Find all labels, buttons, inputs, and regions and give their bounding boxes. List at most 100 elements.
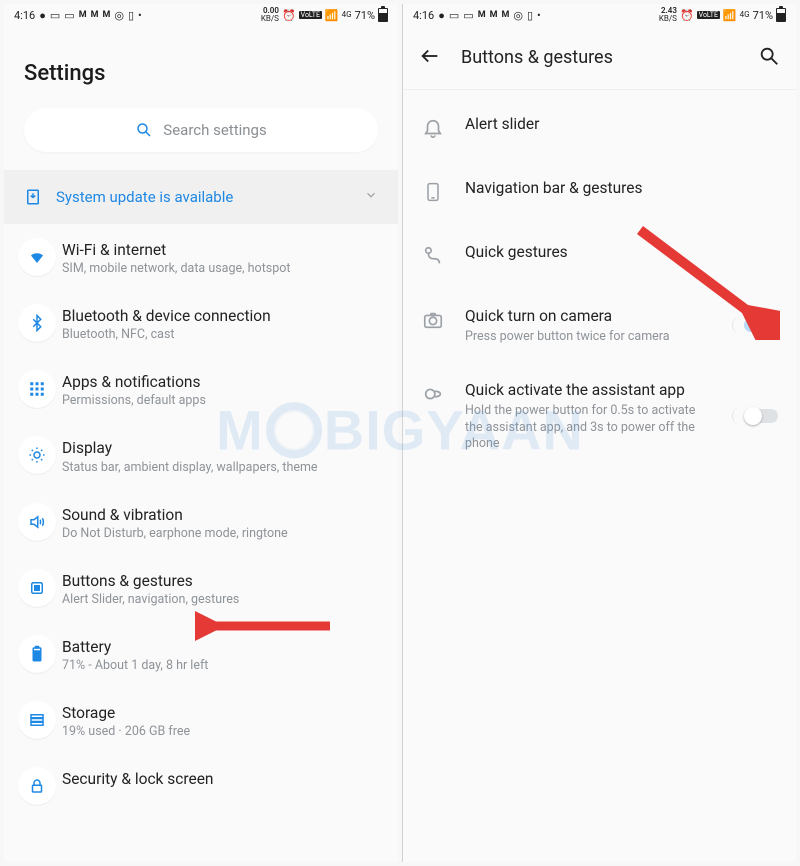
row-storage[interactable]: Storage19% used · 206 GB free: [4, 687, 398, 753]
list-title: Security & lock screen: [62, 769, 213, 789]
list-title: Bluetooth & device connection: [62, 306, 271, 326]
notif-icon: •: [138, 10, 142, 21]
list-sub: 19% used · 206 GB free: [62, 724, 190, 739]
data-rate: 2.43KB/S: [659, 7, 677, 23]
toggle-quick-assistant[interactable]: [732, 407, 778, 425]
list-sub: Hold the power button for 0.5s to activa…: [465, 403, 712, 454]
chevron-down-icon: [364, 188, 378, 206]
notif-icon: ▭: [64, 10, 74, 21]
row-bluetooth[interactable]: Bluetooth & device connectionBluetooth, …: [4, 290, 398, 356]
buttons-gestures-screen: 4:16 ● ▭ ▭ M M M ◎ ▯ • 2.43KB/S ⏰ VoLTE …: [402, 4, 796, 862]
page-title: Buttons & gestures: [461, 47, 738, 68]
notif-icon: ◎: [114, 10, 124, 21]
list-title: Storage: [62, 703, 190, 723]
battery-pct: 71%: [355, 9, 375, 22]
list-title: Quick turn on camera: [465, 306, 712, 327]
row-quick-assistant[interactable]: Quick activate the assistant app Hold th…: [403, 362, 796, 470]
battery-icon: [776, 8, 786, 22]
notif-icon: M: [478, 11, 486, 20]
list-sub: Status bar, ambient display, wallpapers,…: [62, 460, 318, 475]
banner-text: System update is available: [56, 188, 233, 206]
list-title: Wi-Fi & internet: [62, 240, 290, 260]
list-title: Sound & vibration: [62, 505, 288, 525]
status-bar: 4:16 ● ▭ ▭ M M M ◎ ▯ • 0.00KB/S ⏰ VoLTE …: [4, 4, 398, 26]
row-security[interactable]: Security & lock screen: [4, 753, 398, 805]
status-time: 4:16: [14, 10, 35, 21]
notif-icon: M: [91, 11, 99, 20]
brightness-icon: [28, 446, 46, 464]
row-wifi[interactable]: Wi-Fi & internetSIM, mobile network, dat…: [4, 224, 398, 290]
list-sub: Press power button twice for camera: [465, 329, 712, 346]
list-sub: Bluetooth, NFC, cast: [62, 327, 271, 342]
notif-icon: M: [501, 11, 509, 20]
battery-icon: [28, 645, 46, 663]
search-button[interactable]: [758, 45, 780, 71]
row-battery[interactable]: Battery71% - About 1 day, 8 hr left: [4, 621, 398, 687]
settings-list: Wi-Fi & internetSIM, mobile network, dat…: [4, 224, 398, 805]
lock-icon: [28, 777, 46, 795]
page-title: Settings: [4, 26, 398, 108]
notif-icon: M: [79, 11, 87, 20]
row-sound[interactable]: Sound & vibrationDo Not Disturb, earphon…: [4, 489, 398, 555]
search-input[interactable]: Search settings: [24, 108, 378, 152]
list-title: Quick activate the assistant app: [465, 380, 712, 401]
alarm-icon: ⏰: [282, 10, 296, 21]
button-icon: [28, 579, 46, 597]
row-quick-gestures[interactable]: Quick gestures: [403, 224, 796, 288]
search-placeholder: Search settings: [163, 121, 266, 139]
notif-icon: ▯: [527, 10, 533, 21]
assistant-icon: [422, 383, 444, 405]
list-sub: 71% - About 1 day, 8 hr left: [62, 658, 208, 673]
row-display[interactable]: Display Status bar, ambient display, wall…: [4, 422, 398, 488]
notif-icon: M: [490, 11, 498, 20]
row-quick-camera[interactable]: Quick turn on camera Press power button …: [403, 288, 796, 362]
list-title: Display: [62, 438, 318, 458]
list-title: Quick gestures: [465, 242, 778, 263]
row-navigation-bar[interactable]: Navigation bar & gestures: [403, 160, 796, 224]
list-sub: SIM, mobile network, data usage, hotspot: [62, 261, 290, 276]
list-title: Navigation bar & gestures: [465, 178, 778, 199]
notif-icon: ◎: [513, 10, 523, 21]
status-bar: 4:16 ● ▭ ▭ M M M ◎ ▯ • 2.43KB/S ⏰ VoLTE …: [403, 4, 796, 26]
signal-icon: 📶: [325, 10, 339, 21]
notif-icon: M: [102, 11, 110, 20]
data-rate: 0.00KB/S: [261, 7, 279, 23]
status-time: 4:16: [413, 10, 434, 21]
back-button[interactable]: [419, 45, 441, 71]
list-title: Buttons & gestures: [62, 571, 239, 591]
gestures-list: Alert slider Navigation bar & gestures Q…: [403, 90, 796, 469]
battery-pct: 71%: [753, 9, 773, 22]
apps-icon: [28, 380, 46, 398]
storage-icon: [28, 711, 46, 729]
camera-icon: [422, 309, 444, 331]
wifi-icon: [28, 248, 46, 266]
toggle-quick-camera[interactable]: [732, 316, 778, 334]
notif-icon: ▯: [128, 10, 134, 21]
system-update-banner[interactable]: System update is available: [4, 170, 398, 224]
network-type: 4G: [740, 11, 750, 19]
page-header: Buttons & gestures: [403, 26, 796, 90]
signal-icon: 📶: [723, 10, 737, 21]
list-sub: Do Not Disturb, earphone mode, ringtone: [62, 526, 288, 541]
notif-icon: ●: [438, 10, 445, 21]
list-sub: Alert Slider, navigation, gestures: [62, 592, 239, 607]
bell-icon: [422, 117, 444, 139]
row-buttons-gestures[interactable]: Buttons & gesturesAlert Slider, navigati…: [4, 555, 398, 621]
list-title: Battery: [62, 637, 208, 657]
network-type: 4G: [342, 11, 352, 19]
notif-icon: ▭: [449, 10, 459, 21]
alarm-icon: ⏰: [680, 10, 694, 21]
download-icon: [24, 188, 42, 206]
bluetooth-icon: [28, 314, 46, 332]
list-sub: Permissions, default apps: [62, 393, 206, 408]
phone-icon: [423, 180, 443, 204]
notif-icon: ●: [39, 10, 46, 21]
row-alert-slider[interactable]: Alert slider: [403, 96, 796, 160]
speaker-icon: [28, 513, 46, 531]
battery-icon: [378, 8, 388, 22]
list-title: Alert slider: [465, 114, 778, 135]
list-title: Apps & notifications: [62, 372, 206, 392]
notif-icon: ▭: [50, 10, 60, 21]
row-apps[interactable]: Apps & notificationsPermissions, default…: [4, 356, 398, 422]
notif-icon: •: [537, 10, 541, 21]
